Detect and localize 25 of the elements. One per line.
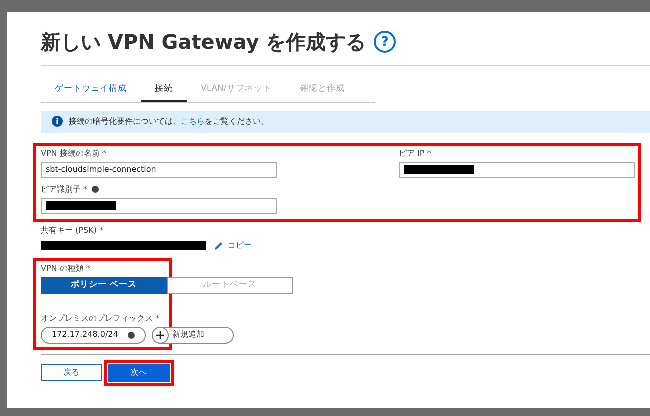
field-label: ピア IP * — [399, 148, 432, 160]
input-field[interactable] — [41, 198, 277, 214]
tab[interactable]: ゲートウェイ構成 — [41, 81, 141, 102]
info-link[interactable]: こちら — [181, 116, 205, 126]
tab[interactable]: 接続 — [141, 81, 187, 102]
help-icon[interactable]: ? — [374, 31, 396, 53]
field-label: ピア識別子 * — [41, 184, 88, 196]
field-label: VPN 接続の名前 * — [41, 148, 108, 160]
copy-button[interactable]: コピー — [214, 240, 252, 252]
input-field[interactable]: sbt-cloudsimple-connection — [41, 162, 277, 178]
dialog-title: 新しい VPN Gateway を作成する — [41, 29, 366, 56]
field-label: オンプレミスのプレフィックス * — [41, 312, 161, 325]
next-button[interactable]: 次へ — [108, 364, 170, 382]
input-field[interactable] — [399, 162, 635, 178]
add-button[interactable]: 新規追加 — [152, 326, 234, 344]
redaction-bar — [404, 165, 474, 174]
field-label: 共有キー (PSK) * — [41, 224, 104, 237]
redaction-bar — [46, 201, 116, 210]
pencil-icon — [214, 240, 224, 251]
segment-option[interactable]: ポリシー ベース — [41, 276, 167, 294]
back-button[interactable]: 戻る — [41, 364, 102, 382]
field-label: VPN の種類 * — [41, 262, 92, 275]
info-text: 接続の暗号化要件については、こちら をご覧ください。 — [69, 116, 269, 128]
plus-icon — [152, 326, 170, 344]
prefix-text: 172.17.248.0/24 — [52, 329, 118, 342]
